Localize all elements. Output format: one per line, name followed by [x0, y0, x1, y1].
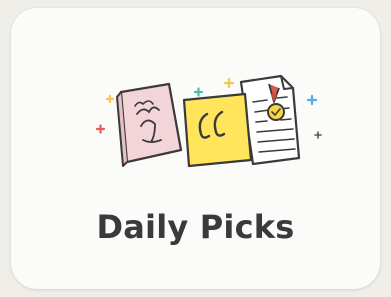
daily-picks-card[interactable]: Daily Picks — [11, 8, 380, 289]
book-icon — [116, 82, 183, 167]
quote-icon — [182, 92, 253, 168]
daily-picks-illustration — [95, 74, 322, 168]
card-title: Daily Picks — [96, 208, 295, 246]
